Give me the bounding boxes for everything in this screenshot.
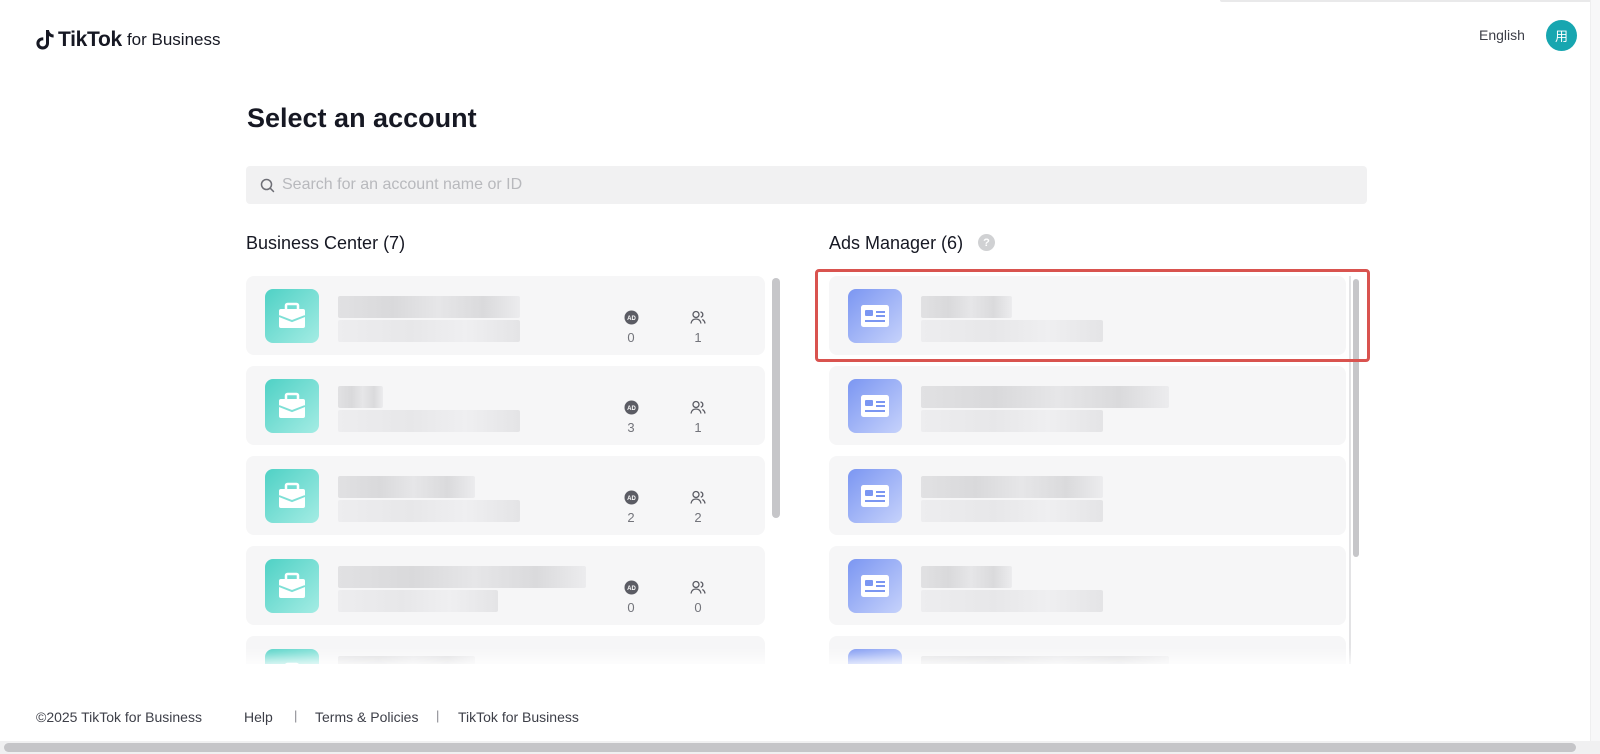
footer-link-help[interactable]: Help — [244, 709, 273, 725]
member-count: 2 — [694, 510, 702, 525]
business-center-scrollbar[interactable] — [772, 278, 780, 518]
ad-accounts-stat: AD 3 — [616, 400, 646, 437]
briefcase-icon — [265, 289, 319, 343]
redacted-account-name — [338, 296, 520, 318]
ads-manager-title: Ads Manager (6) — [829, 233, 964, 253]
ad-count: 2 — [627, 510, 635, 525]
briefcase-icon — [265, 649, 319, 664]
member-count: 0 — [694, 600, 702, 615]
business-center-item[interactable]: AD 2 2 — [246, 456, 765, 535]
business-center-list[interactable]: AD 0 1 AD 3 1 AD 2 2 AD 0 0 — [246, 276, 782, 664]
user-avatar[interactable]: 用 — [1546, 20, 1577, 51]
ad-badge-icon: AD — [624, 490, 638, 505]
id-card-icon — [848, 649, 902, 664]
ad-count: 0 — [627, 330, 635, 345]
members-stat: 1 — [683, 310, 713, 347]
search-icon — [260, 178, 275, 192]
page-horizontal-scrollbar[interactable] — [4, 743, 1576, 752]
redacted-account-id — [921, 590, 1103, 612]
member-count: 1 — [694, 330, 702, 345]
users-icon — [690, 310, 706, 324]
redacted-account-name — [921, 296, 1012, 318]
copyright-text: ©2025 TikTok for Business — [36, 709, 202, 725]
footer-link-terms[interactable]: Terms & Policies — [315, 709, 418, 725]
redacted-account-name — [921, 566, 1012, 588]
ad-accounts-stat: AD 0 — [616, 580, 646, 617]
redacted-account-id — [338, 410, 520, 432]
top-edge-shadow — [1220, 0, 1600, 2]
svg-text:AD: AD — [627, 406, 636, 412]
redacted-account-name — [338, 476, 475, 498]
id-card-icon — [848, 559, 902, 613]
logo-wordmark: TikTok — [58, 28, 122, 51]
redacted-account-id — [338, 590, 498, 612]
footer-link-tiktok-business[interactable]: TikTok for Business — [458, 709, 579, 725]
logo-suffix: for Business — [126, 30, 221, 49]
redacted-account-name — [338, 386, 383, 408]
ad-accounts-stat: AD 0 — [616, 310, 646, 347]
members-stat: 1 — [683, 400, 713, 437]
help-question-icon[interactable]: ? — [978, 234, 995, 251]
ad-accounts-stat: AD 2 — [616, 490, 646, 527]
redacted-account-name — [338, 566, 586, 588]
redacted-account-id — [338, 320, 520, 342]
id-card-icon — [848, 379, 902, 433]
business-center-title: Business Center (7) — [246, 233, 406, 253]
tiktok-note-icon — [36, 30, 54, 50]
users-icon — [690, 580, 706, 594]
language-selector[interactable]: English — [1479, 27, 1525, 43]
svg-text:AD: AD — [627, 586, 636, 592]
briefcase-icon — [265, 469, 319, 523]
briefcase-icon — [265, 559, 319, 613]
account-search-bar[interactable] — [246, 166, 1367, 204]
id-card-icon — [848, 289, 902, 343]
ad-count: 3 — [627, 420, 635, 435]
redacted-account-id — [338, 500, 520, 522]
ad-badge-icon: AD — [624, 400, 638, 415]
ad-badge-icon: AD — [624, 310, 638, 325]
account-select-page: TikTok for Business English 用 Select an … — [0, 0, 1600, 754]
footer-separator: | — [436, 708, 440, 723]
redacted-account-name — [921, 656, 1169, 664]
business-center-item[interactable]: AD 0 0 — [246, 546, 765, 625]
redacted-account-id — [921, 320, 1103, 342]
ads-manager-item[interactable] — [829, 276, 1346, 355]
redacted-account-id — [921, 500, 1103, 522]
page-footer: ©2025 TikTok for Business Help | Terms &… — [0, 664, 1600, 742]
ad-count: 0 — [627, 600, 635, 615]
ad-badge-icon: AD — [624, 580, 638, 595]
page-title: Select an account — [247, 103, 477, 133]
ads-manager-list[interactable] — [829, 276, 1359, 664]
member-count: 1 — [694, 420, 702, 435]
ads-manager-item[interactable] — [829, 366, 1346, 445]
svg-text:AD: AD — [627, 316, 636, 322]
page-vertical-scroll-track — [1590, 0, 1600, 741]
footer-separator: | — [294, 708, 298, 723]
redacted-account-name — [921, 386, 1169, 408]
redacted-account-id — [921, 410, 1103, 432]
svg-text:AD: AD — [627, 496, 636, 502]
ads-manager-item[interactable] — [829, 546, 1346, 625]
briefcase-icon — [265, 379, 319, 433]
ads-manager-scroll-track — [1349, 276, 1351, 664]
business-center-item[interactable] — [246, 636, 765, 664]
redacted-account-name — [921, 476, 1103, 498]
tiktok-business-logo[interactable]: TikTok for Business — [35, 27, 221, 53]
ads-manager-scrollbar[interactable] — [1353, 279, 1359, 557]
ads-manager-item[interactable] — [829, 636, 1346, 664]
business-center-item[interactable]: AD 0 1 — [246, 276, 765, 355]
users-icon — [690, 490, 706, 504]
members-stat: 2 — [683, 490, 713, 527]
members-stat: 0 — [683, 580, 713, 617]
ads-manager-item[interactable] — [829, 456, 1346, 535]
id-card-icon — [848, 469, 902, 523]
redacted-account-name — [338, 656, 475, 664]
users-icon — [690, 400, 706, 414]
business-center-item[interactable]: AD 3 1 — [246, 366, 765, 445]
search-input[interactable] — [282, 176, 1332, 194]
